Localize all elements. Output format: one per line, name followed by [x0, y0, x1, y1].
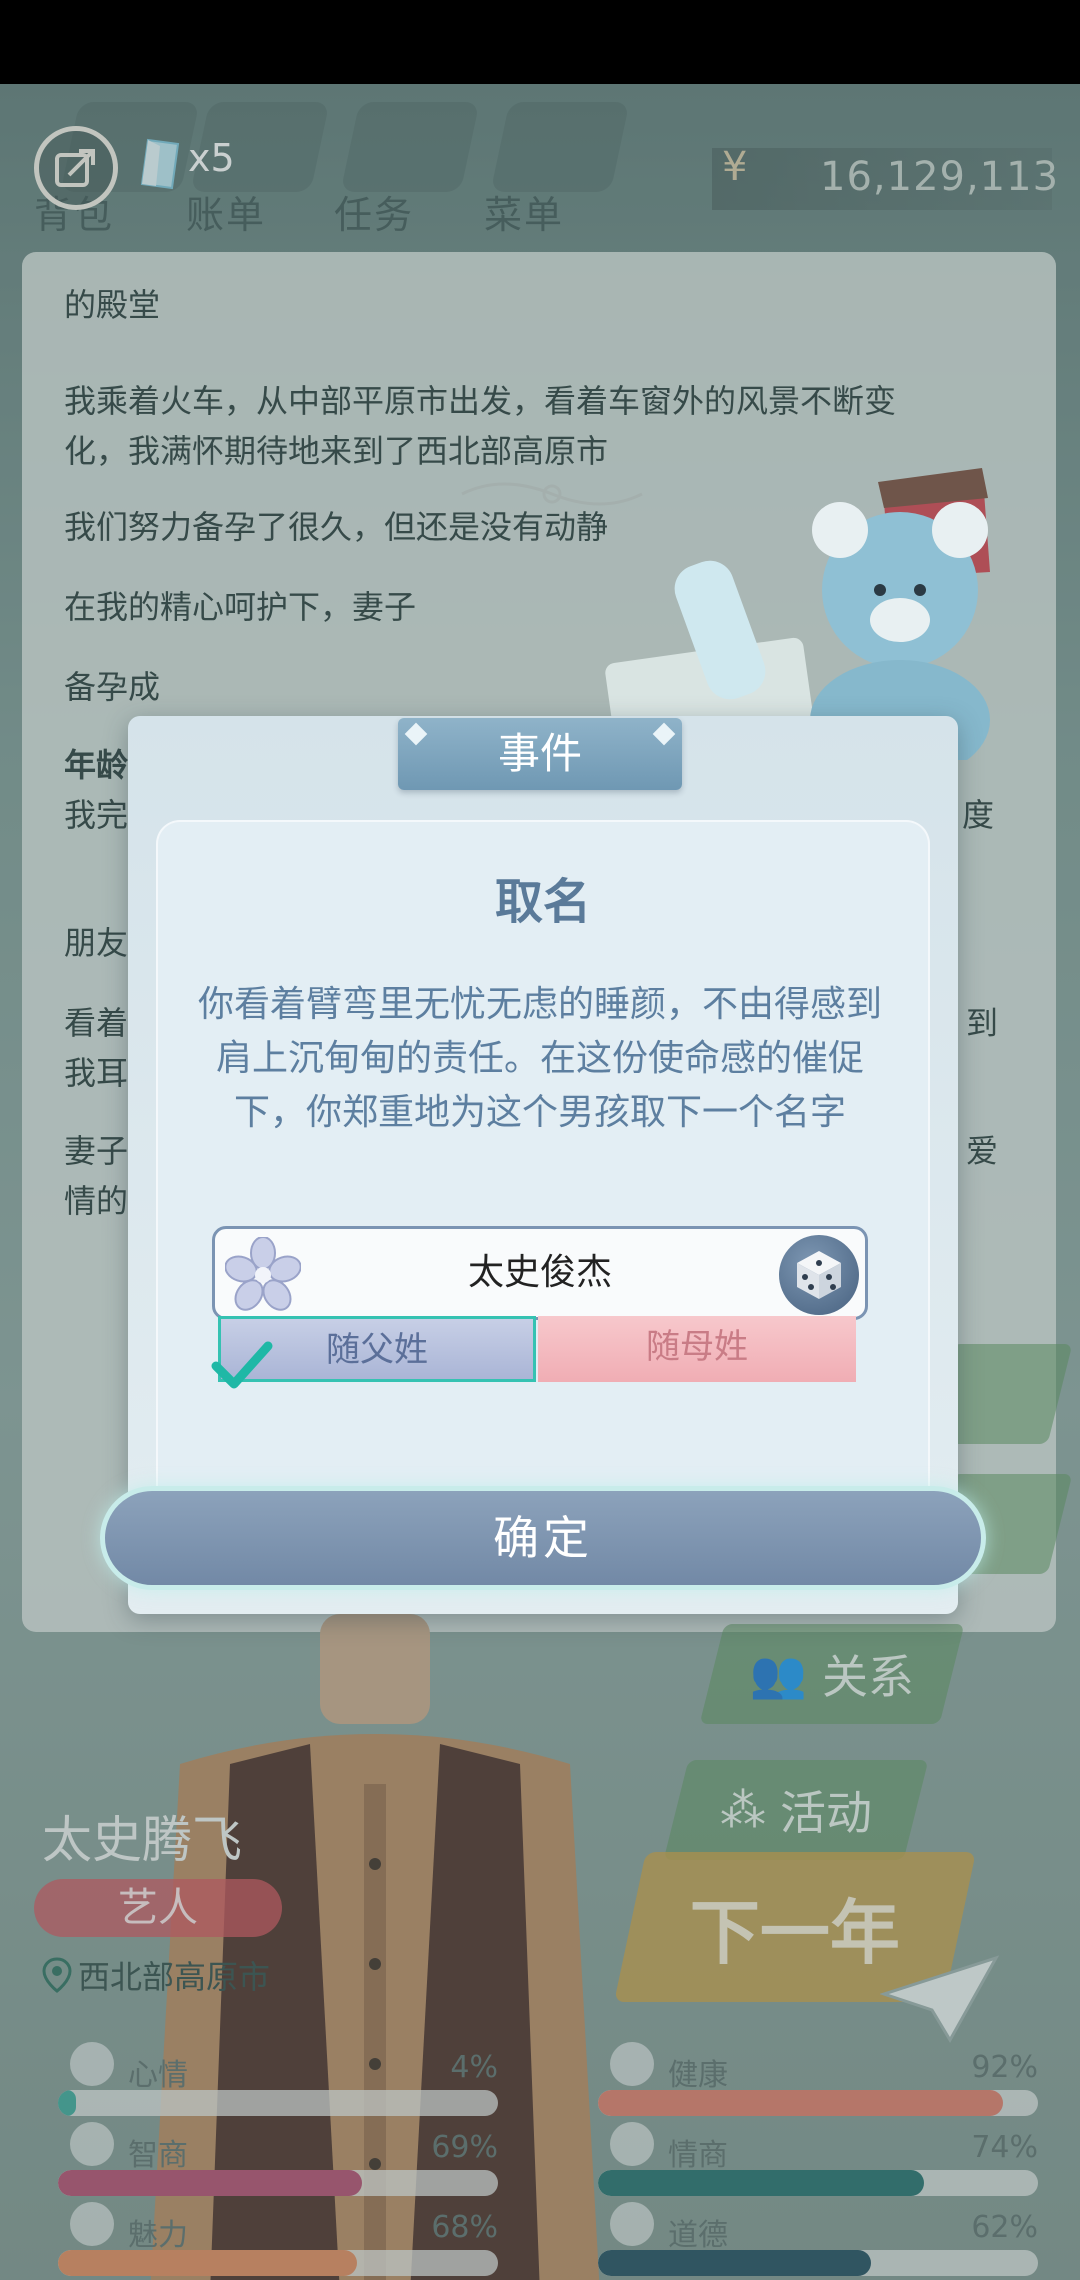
name-input[interactable]: 太史俊杰: [212, 1226, 868, 1320]
diamond-ornament-icon: [404, 722, 428, 746]
dialog-body: 你看着臂弯里无忧无虑的睡颜，不由得感到肩上沉甸甸的责任。在这份使命感的催促下，你…: [197, 984, 882, 1133]
diamond-ornament-icon: [652, 722, 676, 746]
random-dice-button[interactable]: [779, 1235, 859, 1315]
event-dialog: [128, 716, 958, 1614]
dialog-tab: 事件: [398, 718, 682, 790]
confirm-button[interactable]: 确定: [100, 1486, 986, 1590]
status-bar: [0, 0, 1080, 84]
mother-surname-option[interactable]: 随母姓: [538, 1316, 856, 1382]
dialog-title: 取名: [494, 874, 591, 930]
checkmark-icon: [211, 1341, 273, 1389]
dialog-tab-label: 事件: [497, 729, 582, 778]
name-value: 太史俊杰: [467, 1252, 612, 1293]
dice-icon: [797, 1251, 841, 1299]
